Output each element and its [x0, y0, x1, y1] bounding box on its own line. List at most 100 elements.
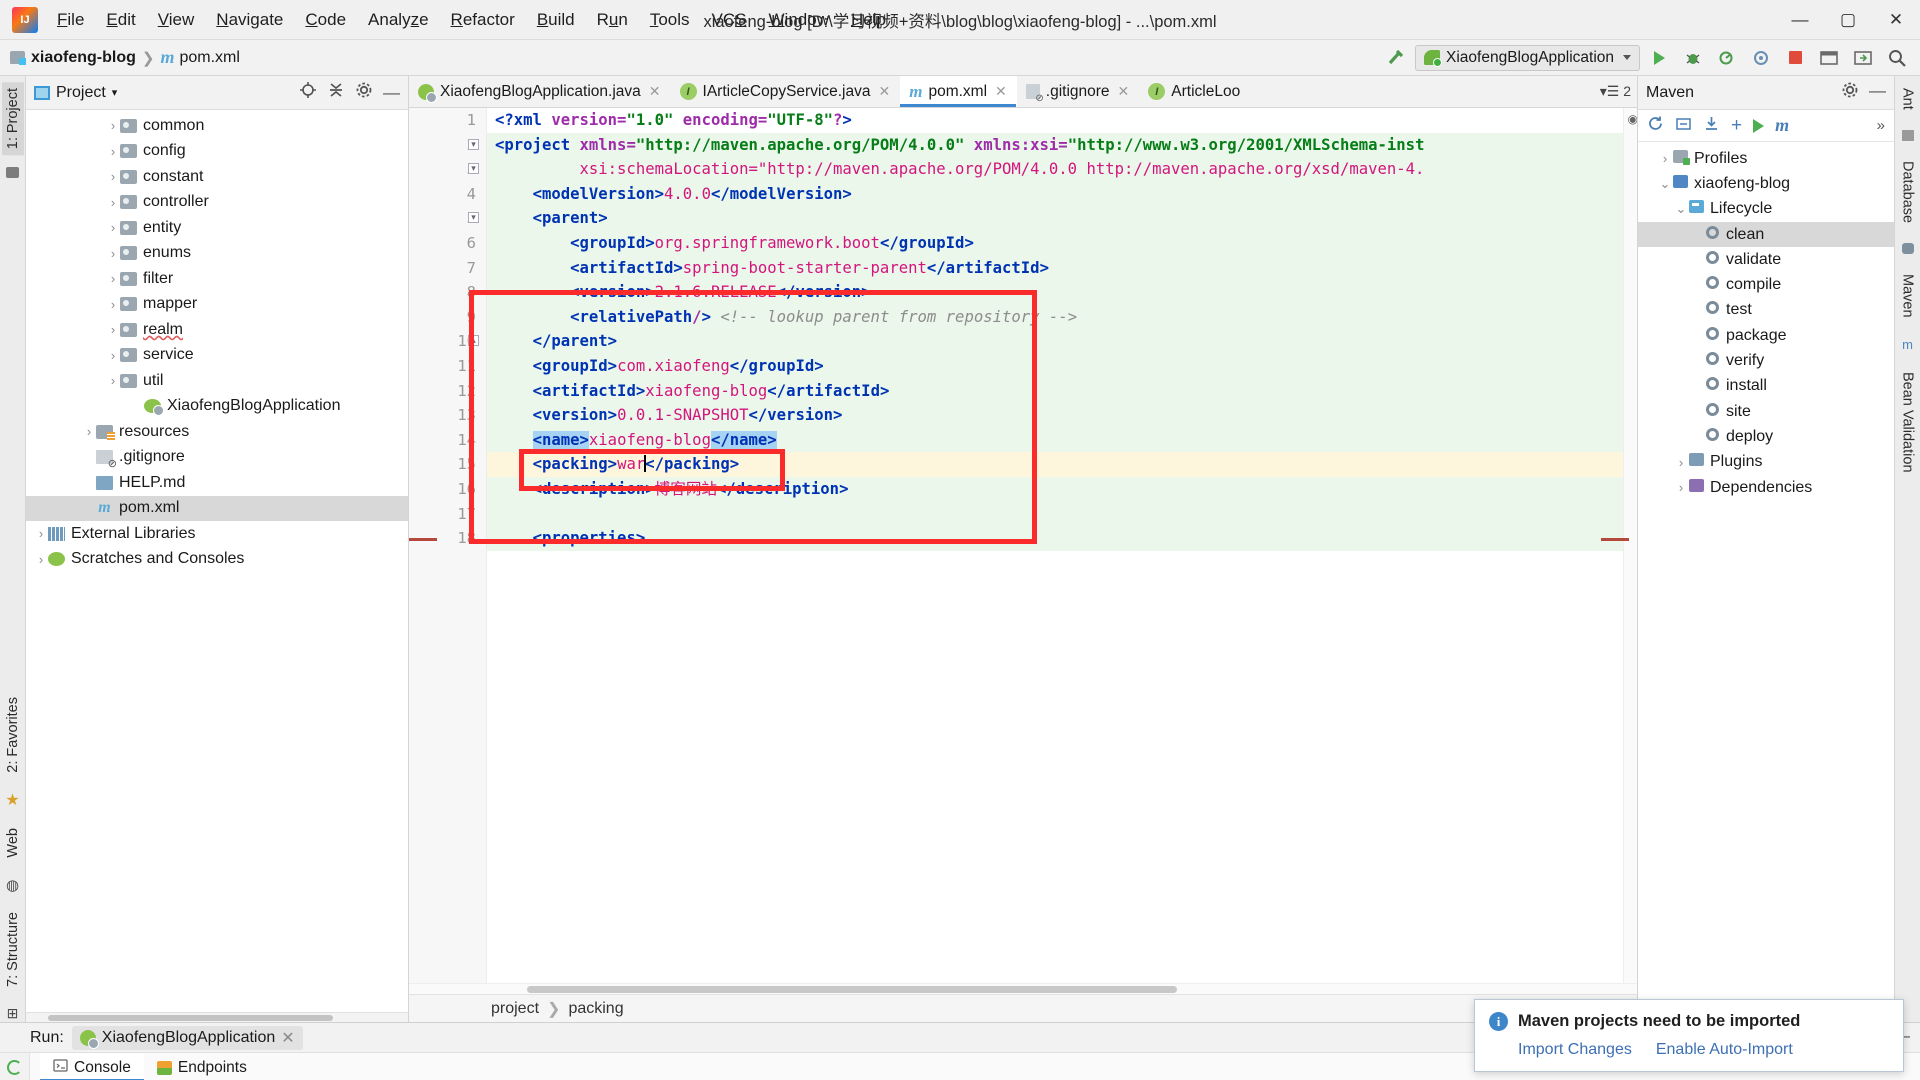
tree-item-controller[interactable]: › controller [26, 190, 408, 216]
tree-item-filter[interactable]: › filter [26, 266, 408, 292]
expand-arrow-icon[interactable]: › [106, 373, 120, 388]
sidebar-tab-favorites[interactable]: 2: Favorites [2, 691, 24, 779]
expand-arrow-icon[interactable]: ⌄ [1674, 201, 1688, 217]
maven-item-install[interactable]: install [1638, 374, 1894, 399]
run-configuration-selector[interactable]: XiaofengBlogApplication [1415, 44, 1640, 71]
settings-gear-icon[interactable] [355, 81, 373, 104]
editor-tab-overflow[interactable]: ▾☰ 2 [1594, 76, 1637, 107]
code-line[interactable]: <properties> [487, 526, 1637, 551]
search-icon[interactable] [1882, 44, 1912, 72]
run-maven-goal-icon[interactable] [1753, 118, 1765, 133]
code-line[interactable]: <name>xiaofeng-blog</name> [487, 427, 1637, 453]
code-line[interactable]: <version>0.0.1-SNAPSHOT</version> [487, 403, 1637, 428]
enable-auto-import-link[interactable]: Enable Auto-Import [1656, 1041, 1793, 1059]
maximize-button[interactable]: ▢ [1824, 0, 1872, 40]
expand-arrow-icon[interactable]: › [106, 246, 120, 261]
expand-arrow-icon[interactable]: › [106, 118, 120, 133]
expand-arrow-icon[interactable]: › [82, 424, 96, 439]
refresh-icon[interactable] [1647, 115, 1664, 136]
menu-tools[interactable]: Tools [639, 6, 701, 34]
maven-item-compile[interactable]: compile [1638, 272, 1894, 297]
tree-item-common[interactable]: › common [26, 113, 408, 139]
expand-arrow-icon[interactable]: › [106, 297, 120, 312]
rerun-icon[interactable] [7, 1060, 22, 1075]
maven-item-xiaofeng-blog[interactable]: ⌄ xiaofeng-blog [1638, 171, 1894, 196]
code-line[interactable]: <project xmlns="http://maven.apache.org/… [487, 132, 1637, 158]
stop-button[interactable] [1780, 44, 1810, 72]
expand-arrow-icon[interactable]: › [106, 195, 120, 210]
build-hammer-icon[interactable] [1381, 44, 1411, 72]
code-line[interactable]: <groupId>org.springframework.boot</group… [487, 230, 1637, 256]
code-line[interactable]: <artifactId>xiaofeng-blog</artifactId> [487, 378, 1637, 404]
code-editor[interactable]: 123456789101112131415161718 ▾▾▾▴ <?xml v… [409, 108, 1637, 983]
menu-help[interactable]: Help [840, 6, 897, 34]
maven-item-test[interactable]: test [1638, 298, 1894, 323]
close-tab-icon[interactable]: ✕ [879, 83, 891, 100]
code-line[interactable]: <packing>war</packing> [487, 452, 1637, 477]
code-line[interactable]: xsi:schemaLocation="http://maven.apache.… [487, 157, 1637, 182]
expand-arrow-icon[interactable]: › [106, 322, 120, 337]
maven-item-verify[interactable]: verify [1638, 348, 1894, 373]
menu-navigate[interactable]: Navigate [205, 6, 294, 34]
menu-vcs[interactable]: VCS [701, 6, 758, 34]
reimport-icon[interactable] [1675, 115, 1692, 136]
tree-item-enums[interactable]: › enums [26, 241, 408, 267]
maven-item-validate[interactable]: validate [1638, 247, 1894, 272]
run-coverage-button[interactable] [1712, 44, 1742, 72]
menu-build[interactable]: Build [526, 6, 586, 34]
menu-analyze[interactable]: Analyze [357, 6, 440, 34]
hide-panel-icon[interactable]: — [1869, 81, 1886, 104]
run-button[interactable] [1644, 44, 1674, 72]
chevron-down-icon[interactable]: ▾ [112, 86, 118, 99]
vcs-update-icon[interactable] [1814, 44, 1844, 72]
tree-item-external-libraries[interactable]: › External Libraries [26, 521, 408, 547]
fold-open-icon[interactable]: ▾ [468, 138, 479, 150]
execute-maven-goal-icon[interactable]: m [1775, 115, 1789, 136]
tree-item-xiaofengblogapplication[interactable]: XiaofengBlogApplication [26, 394, 408, 420]
eye-icon[interactable]: ◉ [1628, 112, 1637, 126]
code-line[interactable]: <groupId>com.xiaofeng</groupId> [487, 353, 1637, 379]
tree-item-util[interactable]: › util [26, 368, 408, 394]
breadcrumb-packing-tag[interactable]: packing [568, 1000, 623, 1018]
maven-item-site[interactable]: site [1638, 399, 1894, 424]
maven-item-deploy[interactable]: deploy [1638, 424, 1894, 449]
add-maven-project-icon[interactable]: + [1731, 116, 1742, 135]
editor-tab-articleloo[interactable]: I ArticleLoo [1139, 76, 1250, 107]
breadcrumb-project-tag[interactable]: project [491, 1000, 539, 1018]
sidebar-tab-web[interactable]: Web [2, 822, 24, 864]
editor-horizontal-scrollbar[interactable] [409, 983, 1637, 994]
import-changes-link[interactable]: Import Changes [1518, 1041, 1632, 1059]
collapse-all-icon[interactable] [327, 81, 345, 104]
menu-view[interactable]: View [147, 6, 206, 34]
sidebar-tab-maven[interactable]: Maven [1897, 268, 1919, 324]
close-tab-icon[interactable]: ✕ [995, 83, 1007, 100]
expand-arrow-icon[interactable]: › [34, 552, 48, 567]
expand-arrow-icon[interactable]: › [106, 220, 120, 235]
tree-item-config[interactable]: › config [26, 139, 408, 165]
sidebar-tab-bean-validation[interactable]: Bean Validation [1897, 366, 1919, 479]
sidebar-tab-project[interactable]: 1: Project [1, 82, 24, 156]
code-line[interactable]: <description>博客网站</description> [487, 476, 1637, 502]
code-line[interactable]: <relativePath/> <!-- lookup parent from … [487, 304, 1637, 330]
minimize-button[interactable]: — [1776, 0, 1824, 40]
maven-item-package[interactable]: package [1638, 323, 1894, 348]
more-options-icon[interactable]: » [1877, 117, 1885, 134]
settings-gear-icon[interactable] [1841, 81, 1859, 104]
code-line[interactable]: </parent> [487, 329, 1637, 354]
expand-arrow-icon[interactable]: ⌄ [1658, 176, 1672, 192]
editor-tab-pom-xml[interactable]: m pom.xml ✕ [900, 76, 1017, 107]
code-text-area[interactable]: <?xml version="1.0" encoding="UTF-8"?> <p… [487, 108, 1637, 983]
menu-run[interactable]: Run [586, 6, 639, 34]
tree-item-help-md[interactable]: HELP.md [26, 470, 408, 496]
close-tab-icon[interactable]: ✕ [1118, 83, 1130, 100]
tree-item-constant[interactable]: › constant [26, 164, 408, 190]
menu-edit[interactable]: Edit [95, 6, 146, 34]
fold-open-icon[interactable]: ▾ [468, 212, 479, 224]
tree-item-service[interactable]: › service [26, 343, 408, 369]
code-line[interactable]: <parent> [487, 206, 1637, 231]
tree-item-gitignore[interactable]: .gitignore [26, 445, 408, 470]
menu-file[interactable]: File [46, 6, 95, 34]
maven-item-plugins[interactable]: › Plugins [1638, 450, 1894, 475]
breadcrumb-file[interactable]: pom.xml [179, 49, 239, 67]
project-tree[interactable]: › common › config › constant › controller › entit… [26, 110, 408, 1012]
